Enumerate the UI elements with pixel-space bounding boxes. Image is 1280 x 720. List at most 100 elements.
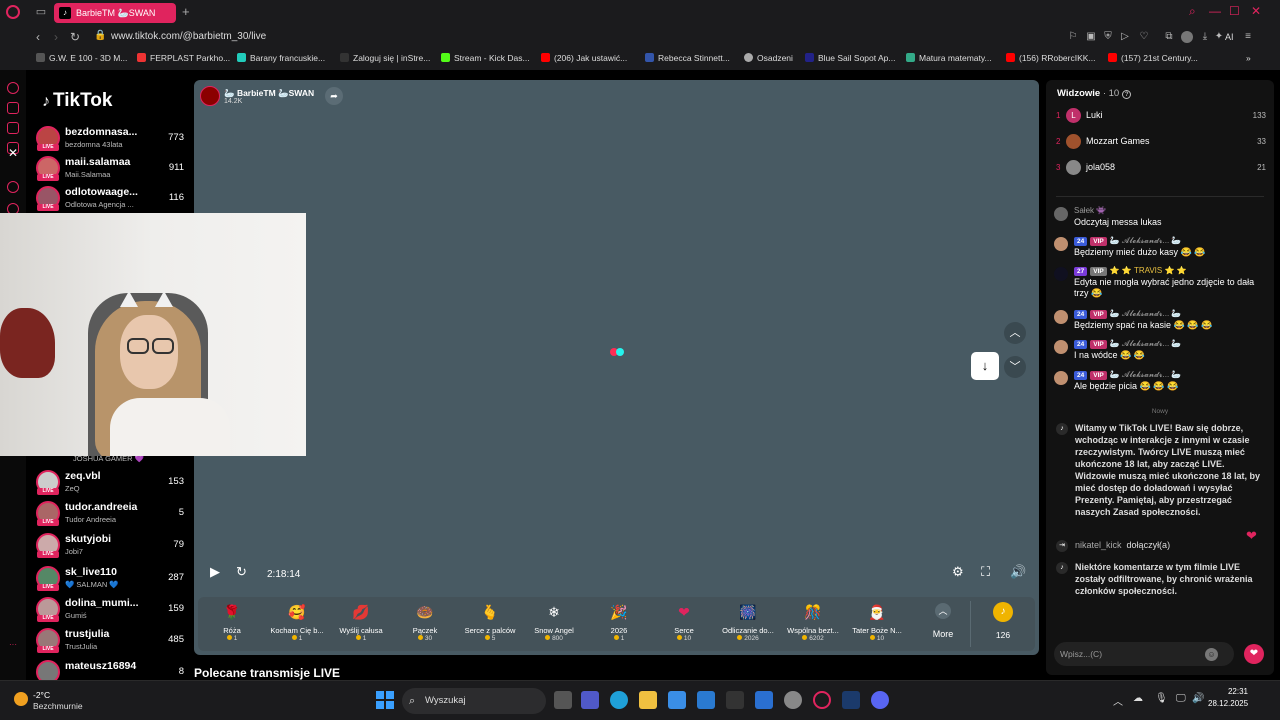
reload-button[interactable]: ↻ <box>70 30 80 44</box>
gift-item[interactable]: 🍩 Pączek 30 <box>393 599 457 649</box>
aria-icon[interactable] <box>7 82 19 94</box>
instagram-icon[interactable] <box>7 122 19 134</box>
settings-icon[interactable]: ⚙ <box>952 564 964 580</box>
top-viewer-row[interactable]: 3 jola058 21 <box>1056 159 1266 177</box>
chat-input[interactable]: Wpisz...(C) ☺ <box>1054 642 1234 666</box>
close-window-button[interactable]: ✕ <box>1251 4 1261 18</box>
bookmark-item[interactable]: Osadzeni <box>744 53 793 63</box>
profile-avatar[interactable] <box>1181 31 1193 43</box>
gift-item[interactable]: 🎊 Wspólna bezt... 6202 <box>781 599 845 649</box>
download-button[interactable]: ↓ <box>971 352 999 380</box>
app-icon[interactable] <box>726 691 744 709</box>
following-item[interactable]: LIVE dolina_mumi... Gumiś 159 <box>34 595 184 625</box>
coins-button[interactable]: ♪ 126 <box>983 601 1023 647</box>
taskbar-clock[interactable]: 22:31 28.12.2025 <box>1208 686 1248 710</box>
tray-chevron-icon[interactable]: ︿ <box>1113 693 1123 708</box>
ai-icon[interactable]: ✦ <box>1213 31 1225 43</box>
bookmark-icon[interactable]: ⚐ <box>1067 31 1079 43</box>
shield-icon[interactable]: ⛨ <box>1102 31 1114 43</box>
refresh-button[interactable]: ↻ <box>236 564 247 580</box>
start-button[interactable] <box>376 691 394 709</box>
steam-icon[interactable] <box>842 691 860 709</box>
opera-logo-icon[interactable] <box>6 5 20 19</box>
following-item[interactable]: LIVE bezdomnasa... bezdomna 43lata 773 <box>34 124 184 154</box>
emoji-icon[interactable]: ☺ <box>1205 648 1218 661</box>
bookmark-item[interactable]: Stream - Kick Das... <box>441 53 530 63</box>
file-explorer-icon[interactable] <box>639 691 657 709</box>
bookmark-item[interactable]: (206) Jak ustawić... <box>541 53 627 63</box>
bookmark-item[interactable]: Rebecca Stinnett... <box>645 53 730 63</box>
gift-item[interactable]: 💋 Wyślij całusa 1 <box>329 599 393 649</box>
bookmark-item[interactable]: Zaloguj się | inStre... <box>340 53 430 63</box>
share-button[interactable]: ➦ <box>325 87 343 105</box>
more-bookmarks-icon[interactable]: » <box>1246 53 1251 63</box>
extensions-icon[interactable]: ⧉ <box>1163 31 1175 43</box>
menu-icon[interactable]: ≡ <box>1242 31 1254 43</box>
following-item[interactable]: LIVE sk_live110 💙 SALMAN 💙 287 <box>34 564 184 594</box>
bookmark-item[interactable]: (156) RRobercIKK... <box>1006 53 1096 63</box>
back-button[interactable]: ‹ <box>36 30 40 44</box>
bookmark-item[interactable]: Matura matematy... <box>906 53 992 63</box>
task-view-icon[interactable] <box>554 691 572 709</box>
play-button[interactable]: ▶ <box>210 564 220 580</box>
following-item[interactable]: LIVE skutyjobi Jobi7 79 <box>34 531 184 561</box>
fullscreen-icon[interactable]: ⛶ <box>981 564 990 580</box>
messenger-icon[interactable] <box>7 102 19 114</box>
live-video-player[interactable]: 🦢 BarbieTM 🦢SWAN 14.2K ➦ ︿ ﹀ ↓ ▶ ↻ 2:18:… <box>194 80 1039 655</box>
like-heart-button[interactable]: ❤ <box>1244 644 1264 664</box>
following-item[interactable]: mateusz16894 8 <box>34 658 184 680</box>
chrome-icon[interactable] <box>784 691 802 709</box>
bookmark-item[interactable]: G.W. E 100 - 3D M... <box>36 53 127 63</box>
minimize-button[interactable]: — <box>1209 4 1221 18</box>
player-icon[interactable]: ▷ <box>1119 31 1131 43</box>
app-icon[interactable] <box>755 691 773 709</box>
discord-icon[interactable] <box>871 691 889 709</box>
gift-item[interactable]: 🎆 Odliczanie do... 2026 <box>716 599 780 649</box>
bookmark-item[interactable]: Blue Sail Sopot Ap... <box>805 53 896 63</box>
tiktok-logo[interactable]: ♪ TikTok <box>42 90 112 112</box>
x-icon[interactable]: ✕ <box>7 147 19 161</box>
gift-item[interactable]: ❤ Serce 10 <box>652 599 716 649</box>
info-icon[interactable]: ? <box>1122 90 1132 99</box>
taskbar-search[interactable]: ⌕ Wyszukaj <box>402 688 546 714</box>
store-icon[interactable] <box>668 691 686 709</box>
new-tab-button[interactable]: + <box>182 4 190 19</box>
volume-icon[interactable]: 🔊 <box>1010 564 1026 580</box>
forward-button[interactable]: › <box>54 30 58 44</box>
gift-item[interactable]: ❄ Snow Angel 800 <box>522 599 586 649</box>
following-item[interactable]: LIVE trustjulia TrustJulia 485 <box>34 626 184 656</box>
gift-item[interactable]: 🎅 Tater Boże N... 10 <box>845 599 909 649</box>
maximize-button[interactable]: ☐ <box>1229 4 1240 18</box>
teams-icon[interactable] <box>581 691 599 709</box>
previous-live-button[interactable]: ︿ <box>1004 322 1026 344</box>
mail-icon[interactable] <box>697 691 715 709</box>
bookmark-item[interactable]: (157) 21st Century... <box>1108 53 1198 63</box>
gift-item[interactable]: 🥰 Kocham Cię b... 1 <box>265 599 329 649</box>
speaker-icon[interactable]: 🔊 <box>1192 693 1204 704</box>
microphone-icon[interactable]: 🎙 <box>1155 693 1168 704</box>
browser-tab-active[interactable]: ♪ BarbieTM 🦢SWAN <box>54 3 176 23</box>
ai-label[interactable]: AI <box>1225 32 1234 42</box>
download-icon[interactable]: ⤓ <box>1199 31 1211 43</box>
streamer-badge[interactable]: 🦢 BarbieTM 🦢SWAN 14.2K <box>200 86 320 108</box>
heart-icon[interactable]: ♡ <box>1138 31 1150 43</box>
snapshot-icon[interactable]: ▣ <box>1085 31 1097 43</box>
url-field[interactable]: www.tiktok.com/@barbietm_30/live <box>111 31 266 42</box>
bookmark-item[interactable]: Barany francuskie... <box>237 53 325 63</box>
tab-menu-icon[interactable]: ▭ <box>34 5 48 19</box>
more-gifts-button[interactable]: ︿ More <box>926 601 960 647</box>
top-viewer-row[interactable]: 2 Mozzart Games 33 <box>1056 133 1266 151</box>
network-icon[interactable]: 🖵 <box>1176 693 1186 704</box>
weather-widget[interactable]: -2°C Bezchmurnie <box>14 689 84 713</box>
following-item[interactable]: LIVE tudor.andreeia Tudor Andreeia 5 <box>34 499 184 529</box>
gift-item[interactable]: 🌹 Róża 1 <box>200 599 264 649</box>
following-item[interactable]: LIVE odlotowaage... Odlotowa Agencja ...… <box>34 184 184 214</box>
edge-icon[interactable] <box>610 691 628 709</box>
following-item[interactable]: LIVE maii.salamaa Maii.Salamaa 911 <box>34 154 184 184</box>
tray-app-icon[interactable]: ☁ <box>1133 693 1143 704</box>
bookmark-item[interactable]: FERPLAST Parkho... <box>137 53 230 63</box>
history-icon[interactable] <box>7 181 19 193</box>
more-sidebar-icon[interactable]: ··· <box>7 640 19 652</box>
gift-item[interactable]: 🎉 2026 1 <box>587 599 651 649</box>
following-item[interactable]: LIVE zeq.vbl ZeQ 153 <box>34 468 184 498</box>
